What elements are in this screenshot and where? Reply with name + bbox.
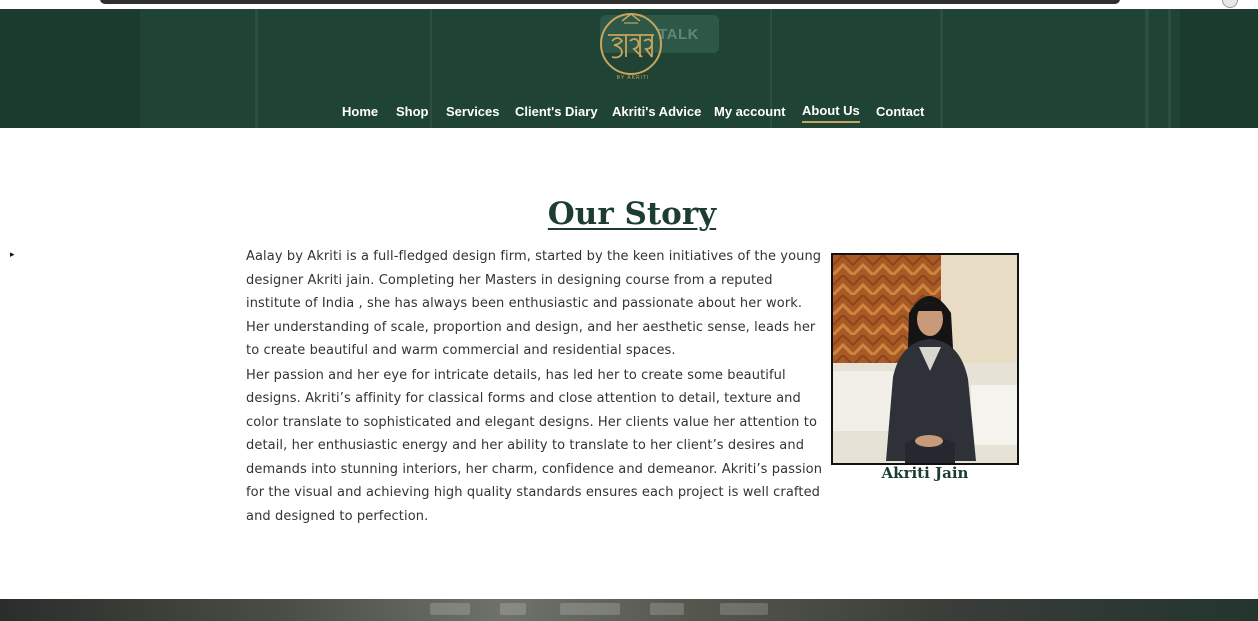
banner-detail — [560, 603, 620, 615]
banner-detail — [500, 603, 526, 615]
nav-item-home[interactable]: Home — [342, 104, 378, 119]
founder-portrait — [831, 253, 1019, 465]
browser-profile-icon[interactable] — [1222, 0, 1238, 8]
main-navigation: Home Shop Services Client's Diary Akriti… — [0, 103, 1258, 126]
nav-item-clients-diary[interactable]: Client's Diary — [515, 104, 598, 119]
next-section-banner — [0, 599, 1258, 621]
story-paragraph-1: Aalay by Akriti is a full-fledged design… — [246, 249, 822, 358]
portrait-caption: Akriti Jain — [881, 464, 969, 482]
page-title: Our Story — [547, 196, 717, 232]
founder-photo — [833, 255, 1017, 463]
banner-detail — [650, 603, 684, 615]
nav-item-services[interactable]: Services — [446, 104, 500, 119]
site-header: TALK BY AKRITI Home Shop Services Client… — [0, 9, 1258, 128]
banner-detail — [430, 603, 470, 615]
story-body: Aalay by Akriti is a full-fledged design… — [246, 245, 824, 528]
browser-top-strip — [0, 0, 1258, 9]
nav-item-my-account[interactable]: My account — [714, 104, 786, 119]
nav-item-akritis-advice[interactable]: Akriti's Advice — [612, 104, 701, 119]
nav-item-contact[interactable]: Contact — [876, 104, 924, 119]
logo-caption: BY AKRITI — [616, 75, 650, 81]
browser-address-bar[interactable] — [100, 0, 1120, 4]
banner-detail — [720, 603, 768, 615]
small-pointer-icon: ▸ — [10, 250, 15, 260]
story-paragraph-2: Her passion and her eye for intricate de… — [246, 367, 823, 524]
nav-item-shop[interactable]: Shop — [396, 104, 429, 119]
nav-item-about-us[interactable]: About Us — [802, 103, 860, 123]
